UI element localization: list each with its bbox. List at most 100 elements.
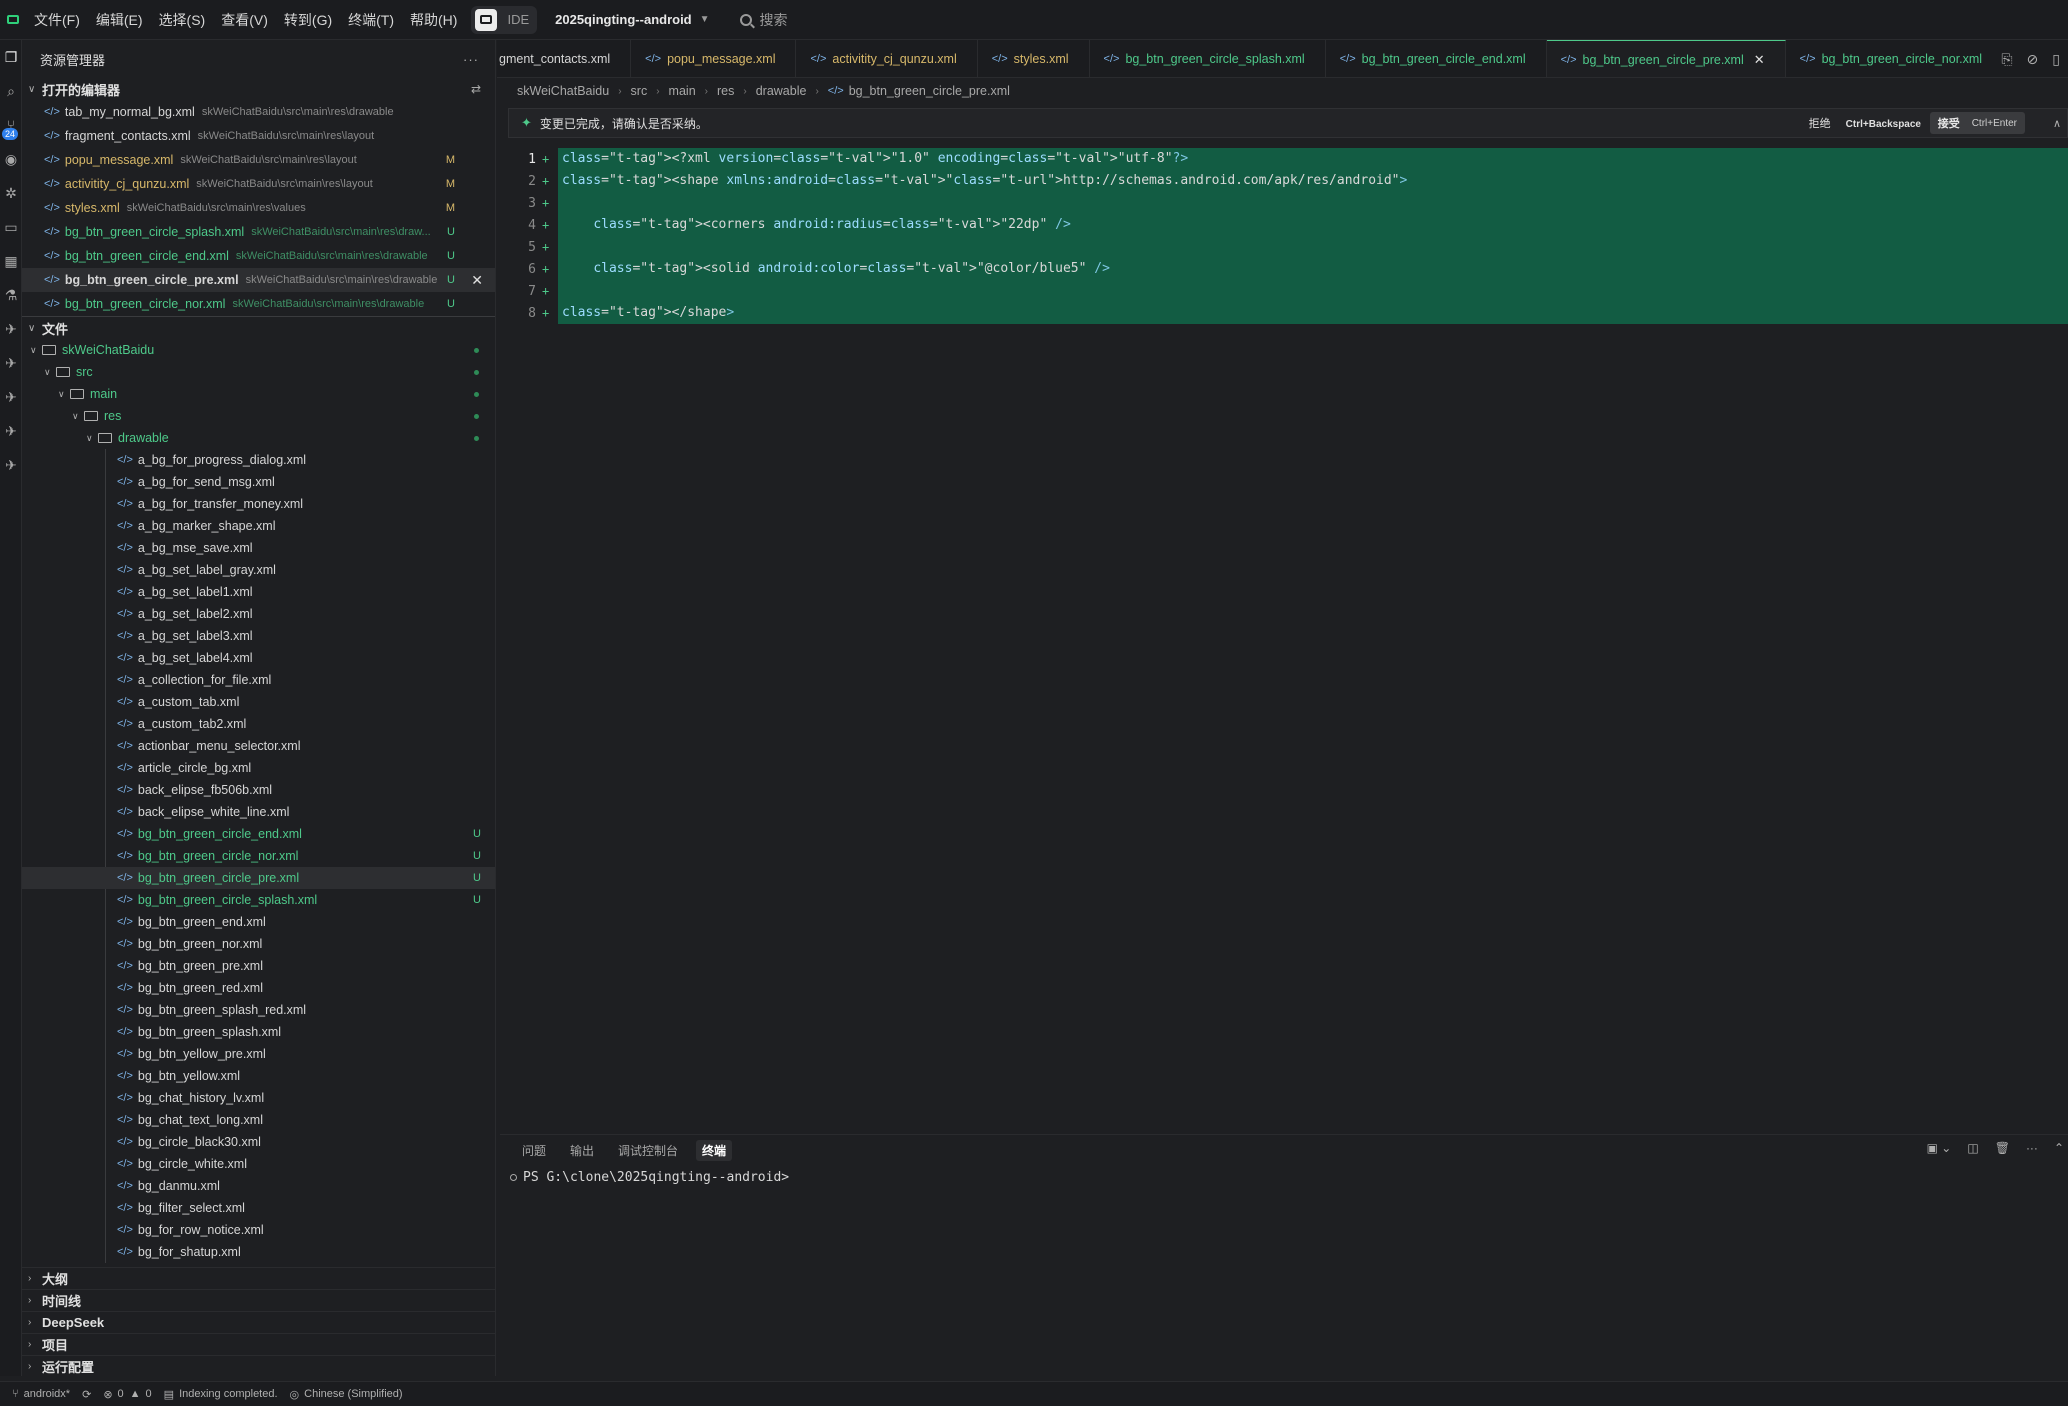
language-status[interactable]: ◎ Chinese (Simplified) — [290, 1388, 403, 1401]
folder-item[interactable]: ∨ main — [22, 383, 495, 405]
trash-icon[interactable]: 🗑 — [1995, 1141, 2010, 1155]
folder-item[interactable]: ∨ skWeiChatBaidu — [22, 339, 495, 361]
chevron-down-icon[interactable]: ▼ — [700, 14, 710, 25]
code-editor[interactable]: 1 + class="t-tag"><?xml version=class="t-v… — [508, 148, 2068, 324]
plugin-icon-5[interactable]: ✈ — [0, 448, 22, 482]
open-editor-item[interactable]: </> bg_btn_green_circle_splash.xml skWeiCh… — [22, 220, 495, 244]
file-item[interactable]: </> bg_danmu.xml — [22, 1175, 495, 1197]
file-item[interactable]: </> bg_btn_green_circle_end.xml U — [22, 823, 495, 845]
code-line[interactable]: 5 + — [508, 236, 2068, 258]
folder-item[interactable]: ∨ src — [22, 361, 495, 383]
project-name[interactable]: 2025qingting--android — [555, 12, 692, 27]
file-item[interactable]: </> a_collection_for_file.xml — [22, 669, 495, 691]
breadcrumb-item[interactable]: res — [717, 84, 734, 98]
collapsed-section[interactable]: › 运行配置 — [22, 1355, 495, 1376]
open-editors-header[interactable]: ∨ 打开的编辑器 ⇄ — [22, 78, 495, 100]
accept-button[interactable]: 接受 Ctrl+Enter — [1929, 112, 2025, 134]
editor-tab[interactable]: </> popu_message.xml — [631, 40, 797, 77]
menu-item[interactable]: 帮助(H) — [402, 0, 465, 40]
maximize-icon[interactable]: ⌃ — [2054, 1141, 2064, 1155]
menu-item[interactable]: 终端(T) — [340, 0, 402, 40]
chevron-up-icon[interactable]: ∧ — [2053, 117, 2061, 130]
file-item[interactable]: </> bg_filter_select.xml — [22, 1197, 495, 1219]
file-item[interactable]: </> a_bg_set_label3.xml — [22, 625, 495, 647]
file-item[interactable]: </> a_bg_marker_shape.xml — [22, 515, 495, 537]
file-item[interactable]: </> bg_btn_green_splash_red.xml — [22, 999, 495, 1021]
editor-tab[interactable]: gment_contacts.xml — [497, 40, 632, 77]
menu-item[interactable]: 编辑(E) — [88, 0, 151, 40]
debug-icon[interactable]: ✲ — [0, 176, 22, 210]
editor-tab[interactable]: </> bg_btn_green_circle_end.xml — [1326, 40, 1547, 77]
menu-item[interactable]: 文件(F) — [26, 0, 88, 40]
file-item[interactable]: </> bg_btn_green_nor.xml — [22, 933, 495, 955]
panel-tab[interactable]: 问题 — [516, 1140, 552, 1161]
extensions-icon[interactable]: ▦ — [0, 244, 22, 278]
close-icon[interactable]: ✕ — [1754, 52, 1765, 68]
file-item[interactable]: </> a_bg_set_label2.xml — [22, 603, 495, 625]
plugin-icon-3[interactable]: ✈ — [0, 380, 22, 414]
panel-tab[interactable]: 输出 — [564, 1140, 600, 1161]
breadcrumb-item[interactable]: drawable — [756, 84, 807, 98]
open-editor-item[interactable]: </> styles.xml skWeiChatBaidu\src\main\res… — [22, 196, 495, 220]
breadcrumb-item[interactable]: src — [631, 84, 648, 98]
explorer-icon[interactable]: ❐ — [0, 40, 22, 74]
remote-icon[interactable]: ▭ — [0, 210, 22, 244]
editor-tab[interactable]: </> styles.xml — [978, 40, 1090, 77]
plugin-icon-2[interactable]: ✈ — [0, 346, 22, 380]
panel-tab[interactable]: 终端 — [696, 1139, 733, 1161]
open-editor-item[interactable]: </> bg_btn_green_circle_end.xml skWeiChatB… — [22, 244, 495, 268]
eye-icon[interactable]: ◉ — [0, 142, 22, 176]
search-box[interactable]: 搜索 — [739, 10, 788, 30]
file-item[interactable]: </> back_elipse_white_line.xml — [22, 801, 495, 823]
collapsed-section[interactable]: › 时间线 — [22, 1289, 495, 1311]
files-header[interactable]: ∨ 文件 — [22, 317, 495, 339]
plugin-icon-4[interactable]: ✈ — [0, 414, 22, 448]
file-item[interactable]: </> bg_btn_green_red.xml — [22, 977, 495, 999]
code-line[interactable]: 4 + class="t-tag"><corners android:radius… — [508, 214, 2068, 236]
editor-tab[interactable]: </> bg_btn_green_circle_pre.xml ✕ — [1546, 40, 1786, 77]
split-terminal-icon[interactable]: ◫ — [1967, 1141, 1978, 1155]
collapsed-section[interactable]: › DeepSeek — [22, 1311, 495, 1333]
breadcrumb-item[interactable]: skWeiChatBaidu — [517, 84, 609, 98]
file-item[interactable]: </> bg_btn_green_circle_nor.xml U — [22, 845, 495, 867]
file-item[interactable]: </> bg_chat_text_long.xml — [22, 1109, 495, 1131]
reject-button[interactable]: 拒绝 Ctrl+Backspace — [1809, 115, 1921, 131]
file-item[interactable]: </> bg_btn_green_circle_splash.xml U — [22, 889, 495, 911]
file-item[interactable]: </> actionbar_menu_selector.xml — [22, 735, 495, 757]
file-item[interactable]: </> bg_btn_green_circle_pre.xml U — [22, 867, 495, 889]
more-icon[interactable]: ··· — [2026, 1141, 2038, 1155]
menu-item[interactable]: 选择(S) — [151, 0, 214, 40]
problems-status[interactable]: ⊗ 0 ▲ 0 — [103, 1388, 151, 1401]
editor-tab[interactable]: </> bg_btn_green_circle_splash.xml — [1090, 40, 1326, 77]
file-item[interactable]: </> bg_circle_white.xml — [22, 1153, 495, 1175]
code-line[interactable]: 6 + class="t-tag"><solid android:color=cl… — [508, 258, 2068, 280]
source-control-icon[interactable]: ⑂ 24 — [0, 108, 22, 142]
hide-icon[interactable]: ⊘ — [2027, 51, 2039, 68]
file-item[interactable]: </> bg_chat_history_lv.xml — [22, 1087, 495, 1109]
sync-icon[interactable]: ⟳ — [82, 1388, 91, 1401]
collapsed-section[interactable]: › 大纲 — [22, 1267, 495, 1289]
file-item[interactable]: </> a_custom_tab.xml — [22, 691, 495, 713]
open-editor-item[interactable]: </> popu_message.xml skWeiChatBaidu\src\ma… — [22, 148, 495, 172]
code-line[interactable]: 7 + — [508, 280, 2068, 302]
file-item[interactable]: </> bg_circle_black30.xml — [22, 1131, 495, 1153]
file-item[interactable]: </> bg_btn_yellow_pre.xml — [22, 1043, 495, 1065]
testing-icon[interactable]: ⚗ — [0, 278, 22, 312]
ide-switch[interactable]: IDE — [471, 5, 538, 34]
open-side-icon[interactable]: ⎘ — [2001, 51, 2012, 68]
file-item[interactable]: </> back_elipse_fb506b.xml — [22, 779, 495, 801]
code-line[interactable]: 2 + class="t-tag"><shape xmlns:android=cla… — [508, 170, 2068, 192]
file-item[interactable]: </> bg_btn_green_splash.xml — [22, 1021, 495, 1043]
terminal[interactable]: PS G:\clone\2025qingting--android> — [500, 1165, 2068, 1190]
code-line[interactable]: 1 + class="t-tag"><?xml version=class="t-v… — [508, 148, 2068, 170]
panel-tab[interactable]: 调试控制台 — [612, 1140, 684, 1161]
file-item[interactable]: </> bg_for_row_notice.xml — [22, 1219, 495, 1241]
open-editor-item[interactable]: </> activitity_cj_qunzu.xml skWeiChatBaidu… — [22, 172, 495, 196]
file-item[interactable]: </> article_circle_bg.xml — [22, 757, 495, 779]
menu-item[interactable]: 查看(V) — [213, 0, 276, 40]
file-item[interactable]: </> a_bg_set_label4.xml — [22, 647, 495, 669]
file-item[interactable]: </> a_bg_for_progress_dialog.xml — [22, 449, 495, 471]
file-item[interactable]: </> bg_btn_green_pre.xml — [22, 955, 495, 977]
code-line[interactable]: 8 + class="t-tag"></shape> — [508, 302, 2068, 324]
file-item[interactable]: </> a_custom_tab2.xml — [22, 713, 495, 735]
